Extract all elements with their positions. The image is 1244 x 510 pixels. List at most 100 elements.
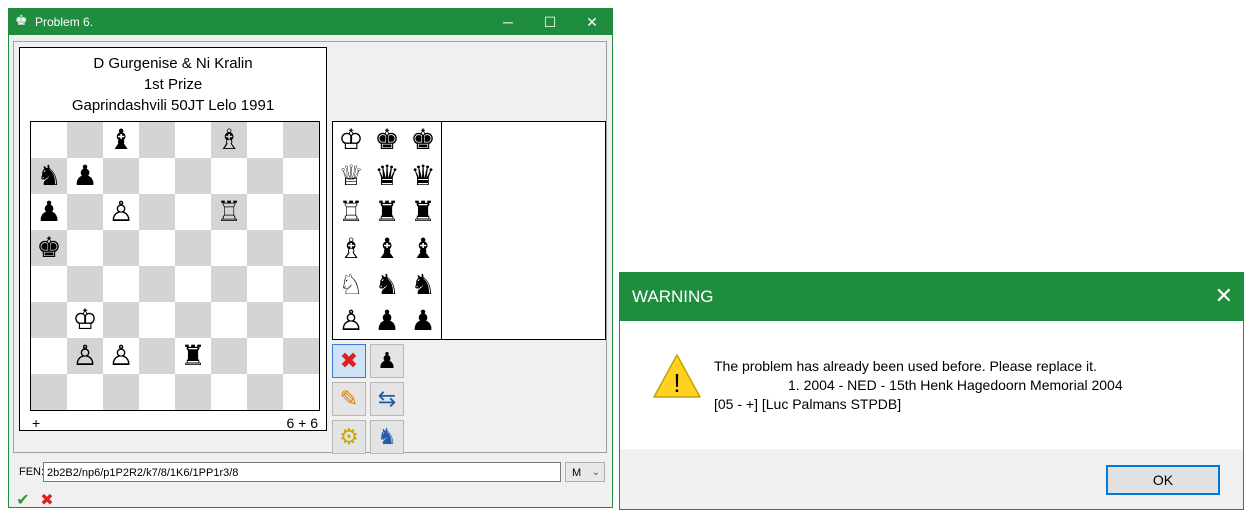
board-square[interactable] [175, 194, 211, 230]
board-square[interactable] [175, 230, 211, 266]
board-square[interactable] [67, 374, 103, 410]
edit-button[interactable]: ✎ [332, 382, 366, 416]
palette-piece[interactable]: ♖ [333, 194, 369, 230]
board-square[interactable] [283, 266, 319, 302]
palette-piece[interactable]: ♝ [405, 231, 441, 267]
board-square[interactable] [283, 338, 319, 374]
board-square[interactable]: ♙ [103, 194, 139, 230]
palette-piece[interactable]: ♕ [333, 158, 369, 194]
palette-piece[interactable]: ♙ [333, 303, 369, 339]
board-square[interactable] [283, 374, 319, 410]
palette-piece[interactable]: ♞ [369, 267, 405, 303]
board-square[interactable] [31, 266, 67, 302]
palette-piece[interactable]: ♟ [369, 303, 405, 339]
board-square[interactable] [211, 374, 247, 410]
board-square[interactable] [139, 194, 175, 230]
palette-piece[interactable]: ♘ [333, 267, 369, 303]
board-square[interactable] [283, 230, 319, 266]
board-square[interactable] [103, 230, 139, 266]
piece-tool-button[interactable]: ♟ [370, 344, 404, 378]
board-square[interactable] [67, 230, 103, 266]
palette-piece[interactable]: ♜ [369, 194, 405, 230]
board-square[interactable]: ♟ [31, 194, 67, 230]
flip-board-button[interactable]: ⇆ [370, 382, 404, 416]
board-square[interactable] [139, 230, 175, 266]
palette-piece[interactable]: ♛ [405, 158, 441, 194]
palette-piece[interactable]: ♛ [369, 158, 405, 194]
board-square[interactable] [139, 266, 175, 302]
minimize-button[interactable]: ─ [486, 9, 530, 35]
board-square[interactable] [175, 266, 211, 302]
board-square[interactable] [31, 338, 67, 374]
ok-button[interactable]: OK [1106, 465, 1220, 495]
board-square[interactable] [103, 158, 139, 194]
board-square[interactable] [211, 338, 247, 374]
board-square[interactable] [139, 338, 175, 374]
settings-button[interactable]: ⚙ [332, 420, 366, 454]
board-square[interactable] [175, 302, 211, 338]
board-square[interactable] [139, 302, 175, 338]
board-square[interactable]: ♔ [67, 302, 103, 338]
board-square[interactable]: ♝ [103, 122, 139, 158]
dialog-close-button[interactable]: ✕ [1215, 283, 1233, 309]
board-square[interactable] [31, 122, 67, 158]
palette-piece[interactable]: ♚ [369, 122, 405, 158]
board-square[interactable] [283, 302, 319, 338]
board-square[interactable] [175, 122, 211, 158]
palette-piece[interactable]: ♚ [405, 122, 441, 158]
close-button[interactable]: ✕ [570, 9, 614, 35]
reject-button[interactable]: ✖ [38, 491, 56, 509]
palette-piece[interactable]: ♔ [333, 122, 369, 158]
board-square[interactable] [103, 374, 139, 410]
fen-input[interactable]: 2b2B2/np6/p1P2R2/k7/8/1K6/1PP1r3/8 [43, 462, 561, 482]
palette-piece[interactable]: ♜ [405, 194, 441, 230]
window-titlebar[interactable]: ♚ Problem 6. ─ ☐ ✕ [9, 9, 612, 35]
board-square[interactable] [175, 158, 211, 194]
board-square[interactable] [31, 302, 67, 338]
board-square[interactable] [247, 230, 283, 266]
board-square[interactable] [211, 302, 247, 338]
board-square[interactable] [211, 266, 247, 302]
palette-piece[interactable]: ♟ [405, 303, 441, 339]
board-square[interactable] [175, 374, 211, 410]
board-square[interactable] [247, 158, 283, 194]
dialog-titlebar[interactable]: WARNING ✕ [620, 273, 1243, 321]
solver-button[interactable]: ♞ [370, 420, 404, 454]
board-square[interactable] [247, 194, 283, 230]
board-square[interactable] [283, 158, 319, 194]
board-square[interactable] [67, 122, 103, 158]
board-square[interactable]: ♗ [211, 122, 247, 158]
board-square[interactable]: ♞ [31, 158, 67, 194]
board-square[interactable]: ♖ [211, 194, 247, 230]
board-square[interactable] [67, 194, 103, 230]
palette-piece[interactable]: ♞ [405, 267, 441, 303]
board-square[interactable]: ♙ [103, 338, 139, 374]
palette-piece[interactable]: ♝ [369, 231, 405, 267]
board-square[interactable]: ♚ [31, 230, 67, 266]
board-square[interactable] [283, 122, 319, 158]
board-square[interactable] [247, 122, 283, 158]
board-square[interactable] [139, 158, 175, 194]
palette-piece[interactable]: ♗ [333, 231, 369, 267]
board-square[interactable] [247, 302, 283, 338]
board-square[interactable]: ♙ [67, 338, 103, 374]
board-square[interactable] [283, 194, 319, 230]
board-square[interactable] [247, 374, 283, 410]
chess-board[interactable]: ♝ ♗ ♞ ♟ ♟ ♙ ♖ ♚ ♔ ♙ ♙ ♜ [30, 121, 320, 411]
board-square[interactable] [31, 374, 67, 410]
accept-button[interactable]: ✔ [14, 491, 32, 509]
board-square[interactable] [247, 266, 283, 302]
mode-select[interactable]: M ⌄ [565, 462, 605, 482]
board-square[interactable] [139, 374, 175, 410]
board-square[interactable] [103, 266, 139, 302]
clear-board-button[interactable]: ✖ [332, 344, 366, 378]
board-square[interactable] [211, 158, 247, 194]
board-square[interactable] [247, 338, 283, 374]
board-square[interactable] [211, 230, 247, 266]
board-square[interactable] [103, 302, 139, 338]
board-square[interactable]: ♟ [67, 158, 103, 194]
board-square[interactable] [139, 122, 175, 158]
maximize-button[interactable]: ☐ [528, 9, 572, 35]
board-square[interactable] [67, 266, 103, 302]
board-square[interactable]: ♜ [175, 338, 211, 374]
